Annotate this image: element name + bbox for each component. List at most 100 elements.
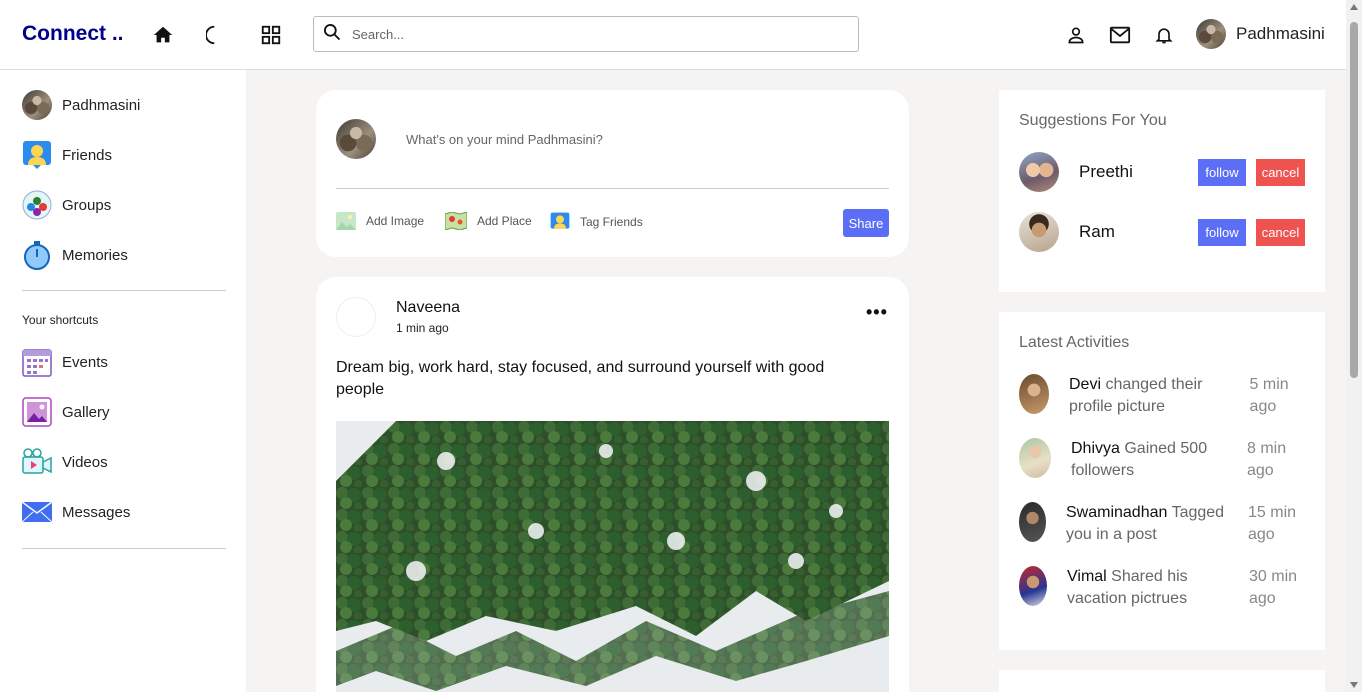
sidebar-item-profile[interactable]: Padhmasini (22, 90, 140, 120)
groups-icon (22, 190, 52, 220)
suggestion-name[interactable]: Preethi (1079, 162, 1198, 182)
sidebar-item-label: Messages (62, 503, 131, 521)
activity-time: 5 min ago (1249, 376, 1289, 415)
calendar-icon (22, 347, 52, 377)
latest-activities-card: Latest Activities Devi changed their pro… (999, 312, 1325, 650)
map-icon (445, 212, 467, 230)
tag-friends-button[interactable]: Tag Friends (550, 212, 643, 232)
share-button[interactable]: Share (843, 209, 889, 237)
sidebar-item-friends[interactable]: Friends (22, 140, 112, 170)
create-post-card: What's on your mind Padhmasini? Add Imag… (316, 90, 909, 257)
suggestions-title: Suggestions For You (1019, 112, 1167, 129)
suggestion-name[interactable]: Ram (1079, 222, 1198, 242)
tag-friends-label: Tag Friends (580, 215, 643, 229)
suggestion-item: Preethi follow cancel (1019, 152, 1305, 192)
sidebar-item-label: Gallery (62, 403, 110, 421)
avatar (1019, 566, 1047, 606)
mail-icon[interactable] (1108, 23, 1132, 47)
sidebar-item-messages[interactable]: Messages (22, 497, 130, 527)
avatar (336, 297, 376, 337)
avatar (336, 119, 376, 159)
avatar (1196, 19, 1226, 49)
avatar[interactable] (1019, 152, 1059, 192)
more-options-icon[interactable]: ••• (866, 303, 888, 321)
cancel-button[interactable]: cancel (1256, 218, 1305, 246)
activity-time: 30 min ago (1249, 568, 1298, 607)
friends-icon (22, 140, 52, 170)
envelope-icon (22, 497, 52, 527)
post-composer-input[interactable]: What's on your mind Padhmasini? (406, 132, 603, 147)
sidebar-item-label: Memories (62, 246, 128, 264)
activity-text: Swaminadhan Tagged you in a post (1066, 502, 1226, 546)
app-logo[interactable]: Connect .. (22, 22, 124, 46)
sidebar-item-videos[interactable]: Videos (22, 447, 108, 477)
suggestion-item: Ram follow cancel (1019, 212, 1305, 252)
avatar (1019, 502, 1046, 542)
add-place-label: Add Place (477, 214, 532, 228)
avatar (22, 90, 52, 120)
activity-item[interactable]: Devi changed their profile picture 5 min… (1019, 374, 1309, 418)
top-navbar: Connect .. Padhmasini (0, 0, 1346, 70)
activity-text: Vimal Shared his vacation pictrues (1067, 566, 1227, 610)
activity-time: 15 min ago (1248, 504, 1297, 543)
activity-user: Devi (1069, 376, 1102, 393)
friends-icon (550, 212, 570, 229)
follow-button[interactable]: follow (1198, 158, 1246, 186)
search-input[interactable] (352, 26, 832, 42)
page-scrollbar[interactable] (1346, 0, 1362, 692)
person-icon[interactable] (1064, 23, 1088, 47)
sidebar-item-events[interactable]: Events (22, 347, 108, 377)
forest-aerial-image (336, 421, 889, 692)
activity-item[interactable]: Vimal Shared his vacation pictrues 30 mi… (1019, 566, 1309, 610)
avatar[interactable] (1019, 212, 1059, 252)
post-author[interactable]: Naveena (396, 299, 460, 317)
stopwatch-icon (22, 240, 52, 270)
divider (336, 188, 889, 189)
cancel-button[interactable]: cancel (1256, 158, 1305, 186)
scroll-down-arrow-icon[interactable] (1350, 682, 1358, 688)
add-image-label: Add Image (366, 214, 425, 228)
apps-grid-icon[interactable] (259, 23, 283, 47)
sidebar-item-gallery[interactable]: Gallery (22, 397, 110, 427)
divider (22, 290, 226, 291)
follow-button[interactable]: follow (1198, 218, 1246, 246)
post-text: Dream big, work hard, stay focused, and … (336, 359, 825, 398)
gallery-icon (22, 397, 52, 427)
next-widget-card (999, 670, 1325, 692)
sidebar-item-label: Events (62, 353, 108, 371)
divider (22, 548, 226, 549)
activity-item[interactable]: Dhivya Gained 500 followers 8 min ago (1019, 438, 1309, 482)
home-icon[interactable] (151, 23, 175, 47)
sidebar-item-groups[interactable]: Groups (22, 190, 111, 220)
add-place-button[interactable]: Add Place (445, 212, 532, 230)
avatar (1019, 438, 1051, 478)
sidebar-item-label: Friends (62, 146, 113, 164)
post-timestamp: 1 min ago (396, 321, 449, 335)
activity-text: Devi changed their profile picture (1069, 374, 1228, 418)
search-bar[interactable] (313, 16, 859, 52)
nav-user-profile[interactable]: Padhmasini (1196, 19, 1325, 49)
scrollbar-thumb[interactable] (1350, 22, 1358, 378)
image-icon (336, 212, 356, 230)
avatar (1019, 374, 1049, 414)
dark-mode-icon[interactable] (205, 23, 229, 47)
sidebar-item-label: Videos (62, 453, 108, 471)
activity-time: 8 min ago (1247, 440, 1287, 479)
activity-text: Dhivya Gained 500 followers (1071, 438, 1231, 482)
nav-user-name: Padhmasini (1236, 24, 1325, 43)
activity-item[interactable]: Swaminadhan Tagged you in a post 15 min … (1019, 502, 1309, 546)
notification-bell-icon[interactable] (1152, 23, 1176, 47)
post-image (336, 421, 889, 692)
sidebar-item-label: Groups (62, 196, 112, 214)
suggestions-card: Suggestions For You Preethi follow cance… (999, 90, 1325, 292)
activity-user: Swaminadhan (1066, 504, 1168, 521)
activities-title: Latest Activities (1019, 334, 1130, 351)
add-image-button[interactable]: Add Image (336, 212, 424, 230)
shortcuts-heading: Your shortcuts (22, 313, 99, 327)
left-sidebar: Padhmasini Friends Groups Memories Your … (0, 70, 246, 692)
video-camera-icon (22, 447, 52, 477)
sidebar-item-memories[interactable]: Memories (22, 240, 128, 270)
scroll-up-arrow-icon[interactable] (1350, 4, 1358, 10)
search-icon (322, 22, 342, 47)
post-card: Naveena 1 min ago ••• Dream big, work ha… (316, 277, 909, 692)
